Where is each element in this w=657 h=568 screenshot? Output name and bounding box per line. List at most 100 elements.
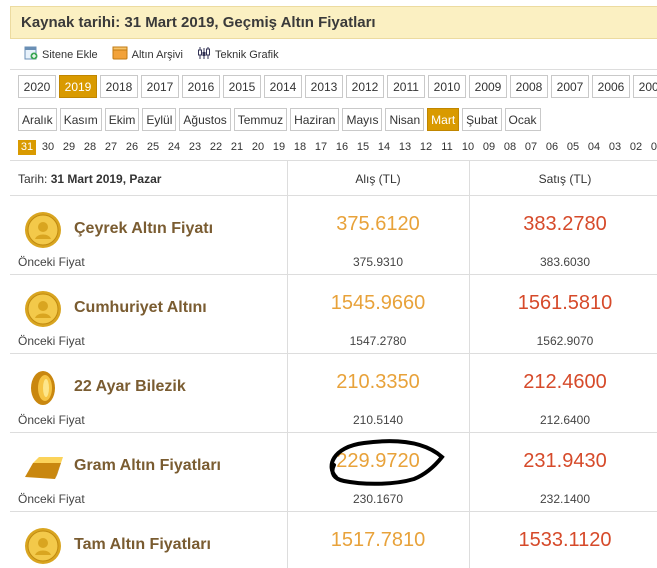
year-pill-2018[interactable]: 2018	[100, 75, 138, 98]
day-item-27[interactable]: 27	[102, 140, 120, 155]
technical-chart-button[interactable]: Teknik Grafik	[197, 46, 279, 63]
day-item-21[interactable]: 21	[228, 140, 246, 155]
year-pill-2011[interactable]: 2011	[387, 75, 425, 98]
previous-price-label: Önceki Fiyat	[18, 255, 85, 269]
gold-archive-button[interactable]: Altın Arşivi	[112, 46, 183, 63]
day-item-12[interactable]: 12	[417, 140, 435, 155]
day-item-09[interactable]: 09	[480, 140, 498, 155]
buy-price: 375.6120	[336, 213, 420, 235]
month-pill[interactable]: Mart	[427, 108, 460, 131]
day-item-13[interactable]: 13	[396, 140, 414, 155]
day-item-05[interactable]: 05	[564, 140, 582, 155]
day-item-07[interactable]: 07	[522, 140, 540, 155]
day-item-31[interactable]: 31	[18, 140, 36, 155]
sell-price: 1533.1120	[518, 529, 612, 551]
year-pill-2005[interactable]: 2005	[633, 75, 657, 98]
table-row: 22 Ayar Bilezik 210.3350 212.4600 Önceki Fi…	[10, 354, 657, 433]
previous-buy-price: 230.1670	[352, 492, 404, 506]
archive-box-icon	[112, 46, 128, 63]
previous-buy-price: 1547.2780	[349, 334, 407, 348]
year-pill-2007[interactable]: 2007	[551, 75, 589, 98]
sell-price: 212.4600	[523, 371, 607, 393]
day-item-19[interactable]: 19	[270, 140, 288, 155]
previous-sell-price: 212.6400	[539, 413, 591, 427]
year-pill-2012[interactable]: 2012	[346, 75, 384, 98]
day-item-10[interactable]: 10	[459, 140, 477, 155]
day-item-24[interactable]: 24	[165, 140, 183, 155]
date-cell: Tarih: 31 Mart 2019, Pazar	[18, 172, 161, 186]
year-pill-2015[interactable]: 2015	[223, 75, 261, 98]
month-pill[interactable]: Ağustos	[179, 108, 231, 131]
add-to-site-label: Sitene Ekle	[42, 48, 98, 61]
day-item-03[interactable]: 03	[606, 140, 624, 155]
month-pill[interactable]: Haziran	[290, 108, 340, 131]
day-item-28[interactable]: 28	[81, 140, 99, 155]
day-item-22[interactable]: 22	[207, 140, 225, 155]
table-row: Tam Altın Fiyatları 1517.7810 1533.1120	[10, 512, 657, 568]
previous-buy-price: 375.9310	[352, 255, 404, 269]
day-item-15[interactable]: 15	[354, 140, 372, 155]
add-to-site-button[interactable]: Sitene Ekle	[24, 46, 98, 63]
buy-price: 1545.9660	[330, 292, 426, 314]
day-item-16[interactable]: 16	[333, 140, 351, 155]
day-item-17[interactable]: 17	[312, 140, 330, 155]
day-item-25[interactable]: 25	[144, 140, 162, 155]
previous-price-label: Önceki Fiyat	[18, 334, 85, 348]
month-pill[interactable]: Nisan	[385, 108, 425, 131]
month-pill[interactable]: Eylül	[142, 108, 177, 131]
day-item-29[interactable]: 29	[60, 140, 78, 155]
year-pill-2016[interactable]: 2016	[182, 75, 220, 98]
year-pill-2009[interactable]: 2009	[469, 75, 507, 98]
month-pill[interactable]: Ocak	[504, 108, 541, 131]
year-pill-2020[interactable]: 2020	[18, 75, 56, 98]
day-item-04[interactable]: 04	[585, 140, 603, 155]
table-header: Tarih: 31 Mart 2019, Pazar Alış (TL) Sat…	[10, 160, 657, 196]
add-page-icon	[24, 46, 38, 63]
day-item-18[interactable]: 18	[291, 140, 309, 155]
day-item-01[interactable]: 01	[648, 140, 657, 155]
year-pill-2019[interactable]: 2019	[59, 75, 97, 98]
year-pill-2008[interactable]: 2008	[510, 75, 548, 98]
buy-price: 229.9720	[336, 450, 420, 472]
previous-sell-price: 383.6030	[539, 255, 591, 269]
buy-price: 210.3350	[336, 371, 420, 393]
month-pill[interactable]: Ekim	[104, 108, 140, 131]
month-pill[interactable]: Mayıs	[342, 108, 383, 131]
month-pill[interactable]: Şubat	[462, 108, 502, 131]
candlestick-chart-icon	[197, 46, 211, 63]
day-item-06[interactable]: 06	[543, 140, 561, 155]
day-item-26[interactable]: 26	[123, 140, 141, 155]
product-name[interactable]: Cumhuriyet Altını	[74, 299, 207, 317]
month-pill[interactable]: Aralık	[18, 108, 57, 131]
year-pill-2010[interactable]: 2010	[428, 75, 466, 98]
day-item-14[interactable]: 14	[375, 140, 393, 155]
sell-price: 383.2780	[523, 213, 607, 235]
table-row: Çeyrek Altın Fiyatı 375.6120 383.2780 Öncek…	[10, 196, 657, 275]
day-item-20[interactable]: 20	[249, 140, 267, 155]
product-name[interactable]: 22 Ayar Bilezik	[74, 378, 186, 396]
product-name[interactable]: Çeyrek Altın Fiyatı	[74, 220, 213, 238]
gold-coin-icon	[23, 210, 63, 250]
sell-price: 1561.5810	[517, 292, 613, 314]
sell-header: Satış (TL)	[538, 172, 592, 186]
product-name[interactable]: Tam Altın Fiyatları	[74, 536, 211, 554]
date-value: 31 Mart 2019, Pazar	[50, 172, 162, 186]
day-item-30[interactable]: 30	[39, 140, 57, 155]
month-pill[interactable]: Temmuz	[233, 108, 288, 131]
toolbar: Sitene Ekle Altın Arşivi Teknik Grafik	[10, 40, 657, 70]
previous-price-label: Önceki Fiyat	[18, 413, 85, 427]
year-pill-2017[interactable]: 2017	[141, 75, 179, 98]
month-pill[interactable]: Kasım	[59, 108, 102, 131]
product-name[interactable]: Gram Altın Fiyatları	[74, 457, 221, 475]
previous-price-label: Önceki Fiyat	[18, 492, 85, 506]
day-item-23[interactable]: 23	[186, 140, 204, 155]
day-item-02[interactable]: 02	[627, 140, 645, 155]
table-row: Gram Altın Fiyatları 229.9720 231.9430 Önce…	[10, 433, 657, 512]
day-item-08[interactable]: 08	[501, 140, 519, 155]
gold-coin-icon	[23, 289, 63, 329]
month-selector: Aralık Kasım Ekim Eylül Ağustos Temmuz Haziran…	[18, 108, 544, 131]
day-item-11[interactable]: 11	[438, 140, 456, 155]
year-pill-2014[interactable]: 2014	[264, 75, 302, 98]
year-pill-2006[interactable]: 2006	[592, 75, 630, 98]
year-pill-2013[interactable]: 2013	[305, 75, 343, 98]
